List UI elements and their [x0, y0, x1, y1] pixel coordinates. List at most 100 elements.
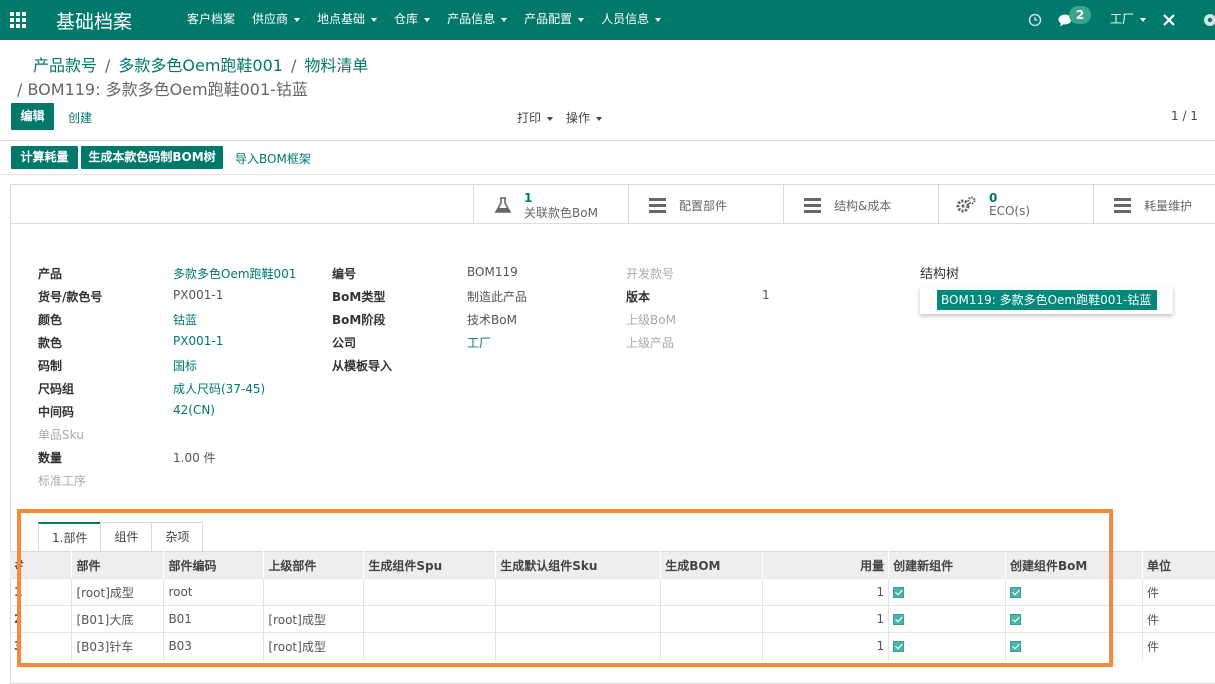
field-label: 版本	[626, 290, 651, 304]
field-label: 从模板导入	[332, 359, 393, 373]
print-dropdown[interactable]: 打印	[517, 109, 554, 126]
breadcrumb-item-bom-list[interactable]: 物料清单	[304, 56, 368, 75]
close-tools-icon[interactable]	[1163, 14, 1175, 26]
divider	[0, 140, 1215, 141]
field-value: BOM119	[467, 265, 518, 279]
usage-maintenance-button[interactable]: 耗量维护	[1093, 185, 1215, 224]
table-cell: 1	[762, 632, 890, 660]
column-header[interactable]: 部件	[71, 551, 165, 579]
compute-usage-button[interactable]: 计算耗量	[11, 146, 78, 169]
field-value[interactable]: 成人尺码(37-45)	[173, 380, 265, 397]
generate-bom-tree-button[interactable]: 生成本款色码制BOM树	[81, 146, 223, 169]
table-cell: [root]成型	[263, 632, 365, 660]
field-label: 公司	[332, 336, 357, 350]
tab-parts[interactable]: 1.部件	[38, 522, 102, 553]
table-cell: [root]成型	[71, 578, 165, 606]
structure-cost-label: 结构&成本	[834, 199, 892, 213]
column-header[interactable]: 创建新组件	[888, 551, 1007, 579]
pager[interactable]: 1 / 1	[1171, 109, 1198, 123]
parts-table: # 部件 部件编码 上级部件 生成组件Spu 生成默认组件Sku 生成BOM 用量 创建新组件创…	[10, 551, 1215, 660]
menu-item-3[interactable]: 仓库	[394, 0, 447, 40]
column-header[interactable]: 单位	[1142, 551, 1215, 579]
apps-grid-icon[interactable]	[10, 12, 28, 28]
checkbox-checked-icon[interactable]	[893, 641, 905, 653]
table-cell	[263, 578, 365, 606]
clock-icon[interactable]	[1028, 13, 1042, 27]
table-row[interactable]: 3 [B03]针车 B03 [root]成型 1 件	[10, 632, 1215, 660]
tab-misc[interactable]: 杂项	[151, 522, 204, 552]
menu-item-label: 产品配置	[524, 12, 573, 26]
table-cell: 件	[1142, 578, 1215, 606]
table-row[interactable]: 2 [B01]大底 B01 [root]成型 1 件	[10, 605, 1215, 633]
column-header[interactable]: 生成默认组件Sku	[495, 551, 662, 579]
menu-item-label: 仓库	[394, 12, 419, 26]
field-value[interactable]: 钴蓝	[173, 311, 197, 328]
menu-item-6[interactable]: 人员信息	[601, 0, 678, 40]
table-cell	[1005, 578, 1143, 606]
column-header[interactable]: 创建组件BoM	[1005, 551, 1143, 579]
field-label: 数量	[38, 451, 63, 465]
field-value[interactable]: PX001-1	[173, 334, 223, 348]
checkbox-checked-icon[interactable]	[1010, 587, 1022, 598]
column-header[interactable]: 生成组件Spu	[363, 551, 497, 579]
main-menu: 客户档案 供应商 地点基础 仓库 产品信息 产品配置 人员信息	[187, 0, 678, 40]
column-header[interactable]: 生成BOM	[660, 551, 764, 579]
column-header[interactable]: #	[10, 551, 73, 579]
column-header[interactable]: 部件编码	[163, 551, 265, 579]
field-value[interactable]: 国标	[173, 357, 197, 374]
structure-cost-button[interactable]: 结构&成本	[783, 185, 938, 224]
action-label: 操作	[566, 111, 591, 125]
table-cell: 3	[10, 632, 73, 660]
checkbox-checked-icon[interactable]	[893, 587, 905, 598]
field-value: 1	[762, 288, 770, 302]
configure-parts-button[interactable]: 配置部件	[628, 185, 783, 224]
menu-item-4[interactable]: 产品信息	[447, 0, 524, 40]
field-value[interactable]: 工厂	[467, 334, 491, 351]
field-value: PX001-1	[173, 288, 224, 302]
action-dropdown[interactable]: 操作	[566, 109, 603, 126]
menu-item-2[interactable]: 地点基础	[317, 0, 394, 40]
eco-button[interactable]: 0 ECO(s)	[938, 185, 1093, 224]
breadcrumb-item-product-style[interactable]: 产品款号	[33, 56, 97, 75]
settings-gear-icon[interactable]	[1200, 12, 1215, 28]
menu-item-1[interactable]: 供应商	[252, 0, 317, 40]
create-button[interactable]: 创建	[68, 109, 92, 126]
checkbox-checked-icon[interactable]	[1010, 641, 1022, 653]
field-label: 颜色	[38, 313, 63, 327]
column-header[interactable]: 上级部件	[263, 551, 365, 579]
linked-style-bom-label: 关联款色BoM	[524, 206, 598, 220]
app-brand[interactable]: 基础档案	[56, 7, 132, 34]
edit-button[interactable]: 编辑	[11, 103, 54, 130]
field-label: 开发款号	[626, 267, 675, 281]
import-bom-frame-button[interactable]: 导入BOM框架	[235, 150, 311, 167]
field-value[interactable]: 42(CN)	[173, 403, 215, 417]
menu-item-0[interactable]: 客户档案	[187, 0, 252, 40]
caret-down-icon	[294, 17, 301, 22]
table-cell: root	[163, 578, 265, 606]
table-cell: 1	[10, 578, 73, 606]
checkbox-checked-icon[interactable]	[893, 614, 905, 625]
messages-count-badge[interactable]: 2	[1069, 6, 1091, 24]
table-cell	[495, 578, 662, 606]
table-cell: 件	[1142, 632, 1215, 660]
field-label: 码制	[38, 359, 63, 373]
print-label: 打印	[517, 111, 542, 125]
breadcrumb-item-product[interactable]: 多款多色Oem跑鞋001	[118, 56, 283, 75]
table-cell: B03	[163, 632, 265, 660]
caret-down-icon	[655, 17, 662, 22]
table-row[interactable]: 1 [root]成型 root 1 件	[10, 578, 1215, 606]
menu-item-label: 产品信息	[447, 12, 496, 26]
column-header[interactable]: 用量	[762, 551, 890, 579]
company-switcher[interactable]: 工厂	[1110, 0, 1147, 40]
checkbox-checked-icon[interactable]	[1010, 614, 1022, 625]
tree-node-bom[interactable]: BOM119: 多款多色Oem跑鞋001-钴蓝	[937, 290, 1157, 310]
table-cell	[660, 578, 764, 606]
menu-item-5[interactable]: 产品配置	[524, 0, 601, 40]
table-cell	[888, 578, 1007, 606]
smart-buttons: 1 关联款色BoM 配置部件 结构&成本 0 ECO(s) 耗量维护	[473, 185, 1215, 224]
linked-style-bom-button[interactable]: 1 关联款色BoM	[473, 185, 628, 224]
linked-style-bom-count: 1	[524, 191, 533, 205]
breadcrumb-current: / BOM119: 多款多色Oem跑鞋001-钴蓝	[17, 80, 308, 99]
field-value[interactable]: 多款多色Oem跑鞋001	[173, 265, 296, 282]
tab-components[interactable]: 组件	[100, 522, 153, 552]
